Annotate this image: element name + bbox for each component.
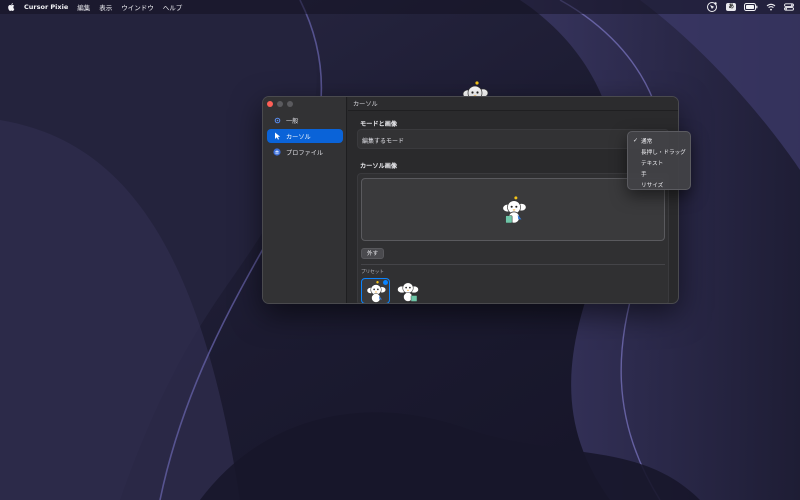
sidebar-item-label: 一般 xyxy=(286,117,299,125)
window-controls xyxy=(267,101,297,107)
checkmark-icon: ✓ xyxy=(633,137,639,144)
cursor-image-preview[interactable] xyxy=(361,178,665,241)
edit-mode-label: 編集するモード xyxy=(362,138,405,145)
edit-mode-row[interactable]: 編集するモード xyxy=(357,129,669,149)
sidebar-item-profile[interactable]: プロファイル xyxy=(267,145,343,159)
menu-help[interactable]: ヘルプ xyxy=(163,2,183,12)
mode-option-hand[interactable]: 手 xyxy=(628,168,690,179)
control-center-icon[interactable] xyxy=(784,3,794,11)
mode-option-label: 長押し・ドラッグ xyxy=(641,149,686,156)
content-pane: カーソル モードと画像 編集するモード カーソル画像 外す プリセット xyxy=(348,97,678,303)
divider xyxy=(361,264,665,265)
presets-label: プリセット xyxy=(361,270,384,275)
preset-mascot-1[interactable] xyxy=(361,278,390,303)
gear-icon xyxy=(273,116,281,124)
sidebar: 一般 カーソル プロファイル xyxy=(263,97,347,303)
mascot-preview-icon xyxy=(502,196,527,224)
sidebar-item-cursor[interactable]: カーソル xyxy=(267,129,343,143)
sidebar-item-label: プロファイル xyxy=(286,149,324,157)
mode-option-resize[interactable]: リサイズ xyxy=(628,179,690,190)
preset-mascot-2[interactable] xyxy=(394,278,423,303)
menu-view[interactable]: 表示 xyxy=(99,2,112,12)
cursor-image-card: 外す プリセット xyxy=(357,173,669,303)
apple-logo-icon[interactable] xyxy=(7,2,16,12)
mode-option-label: テキスト xyxy=(641,160,664,167)
remove-image-button[interactable]: 外す xyxy=(361,248,385,259)
minimize-button[interactable] xyxy=(277,101,283,107)
settings-window: 一般 カーソル プロファイル カーソル モードと画像 編集するモード カーソル画… xyxy=(262,96,679,304)
pointer-icon xyxy=(273,132,281,140)
menu-window[interactable]: ウインドウ xyxy=(121,2,154,12)
window-title: カーソル xyxy=(348,97,678,111)
close-button[interactable] xyxy=(267,101,273,107)
menu-app-name[interactable]: Cursor Pixie xyxy=(24,3,68,11)
mode-option-label: 通常 xyxy=(641,138,653,145)
battery-icon[interactable] xyxy=(744,3,758,11)
menu-bar: Cursor Pixie 編集 表示 ウインドウ ヘルプ あ xyxy=(0,0,800,14)
mode-section-title: モードと画像 xyxy=(360,121,398,128)
layers-icon xyxy=(273,148,281,156)
menu-edit[interactable]: 編集 xyxy=(77,2,90,12)
zoom-button[interactable] xyxy=(287,101,293,107)
image-section-title: カーソル画像 xyxy=(360,163,398,170)
sidebar-item-label: カーソル xyxy=(286,133,311,141)
mode-dropdown-menu: ✓ 通常 長押し・ドラッグ テキスト 手 リサイズ xyxy=(627,131,691,190)
mode-option-long-press-drag[interactable]: 長押し・ドラッグ xyxy=(628,146,690,157)
sidebar-nav: 一般 カーソル プロファイル xyxy=(267,113,343,161)
selected-badge xyxy=(383,280,388,285)
mode-option-text[interactable]: テキスト xyxy=(628,157,690,168)
mascot-preset-icon xyxy=(397,282,419,302)
mode-option-label: 手 xyxy=(641,171,647,178)
mode-option-label: リサイズ xyxy=(641,182,664,189)
wifi-icon[interactable] xyxy=(766,3,776,11)
pixie-status-icon[interactable] xyxy=(706,1,718,13)
input-method-badge[interactable]: あ xyxy=(726,3,736,11)
mode-option-normal[interactable]: ✓ 通常 xyxy=(628,135,690,146)
sidebar-item-general[interactable]: 一般 xyxy=(267,113,343,127)
